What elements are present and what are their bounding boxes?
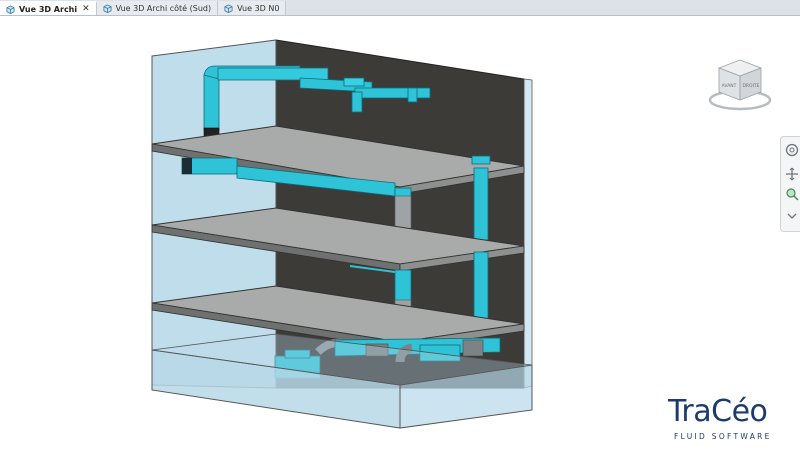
- tab-vue-3d-archi[interactable]: Vue 3D Archi ✕: [0, 1, 97, 15]
- duct-vertical-roof: [203, 74, 220, 131]
- roof-terminal-box: [471, 155, 491, 165]
- tab-label: Vue 3D Archi: [19, 4, 78, 14]
- chevron-down-icon[interactable]: [785, 209, 799, 223]
- duct-fitting-grey: [394, 195, 412, 231]
- duct-level-2-riser-right: [473, 167, 489, 241]
- steering-wheel-icon[interactable]: [785, 143, 799, 157]
- viewcube[interactable]: AVANT DROITE: [705, 56, 775, 116]
- logo-tagline: FLUID SOFTWARE: [674, 432, 772, 441]
- duct-horizontal-roof: [217, 67, 329, 81]
- viewcube-front-label: AVANT: [722, 83, 737, 89]
- 3d-view-icon: [103, 3, 112, 13]
- duct-roof-branch: [354, 87, 431, 99]
- duct-roof-drop-2: [407, 87, 418, 103]
- duct-roof-tee: [343, 77, 365, 87]
- traceo-logo: TraCéo FLUID SOFTWARE: [668, 394, 788, 450]
- pan-icon[interactable]: [785, 167, 799, 181]
- tab-vue-3d-n0[interactable]: Vue 3D N0: [218, 1, 287, 15]
- 3d-view-icon: [224, 3, 233, 13]
- building-model-3d: [151, 39, 533, 429]
- basement-fitting: [462, 339, 484, 357]
- duct-level-1-riser-right: [473, 251, 489, 323]
- tab-label: Vue 3D N0: [237, 3, 280, 13]
- ahu-upper-face: [182, 158, 192, 174]
- logo-part-b: C: [711, 394, 732, 429]
- logo-part-a: Tra: [668, 394, 712, 429]
- logo-part-c: éo: [731, 394, 768, 429]
- right-glass-wall: [523, 78, 533, 389]
- viewcube-right-label: DROITE: [742, 83, 759, 89]
- navigation-bar: [780, 136, 800, 232]
- view-tab-bar: Vue 3D Archi ✕ Vue 3D Archi côté (Sud) V…: [0, 0, 800, 16]
- 3d-view-icon: [6, 4, 15, 14]
- duct-roof-drop: [351, 91, 363, 113]
- zoom-icon[interactable]: [785, 187, 799, 201]
- tab-label: Vue 3D Archi côté (Sud): [115, 3, 212, 13]
- logo-wordmark: TraCéo: [668, 394, 768, 430]
- close-icon[interactable]: ✕: [82, 4, 90, 14]
- 3d-viewport[interactable]: AVANT DROITE TraCéo FLUID SOFTWARE: [0, 16, 800, 450]
- tab-vue-3d-archi-cote-sud[interactable]: Vue 3D Archi côté (Sud): [96, 1, 219, 15]
